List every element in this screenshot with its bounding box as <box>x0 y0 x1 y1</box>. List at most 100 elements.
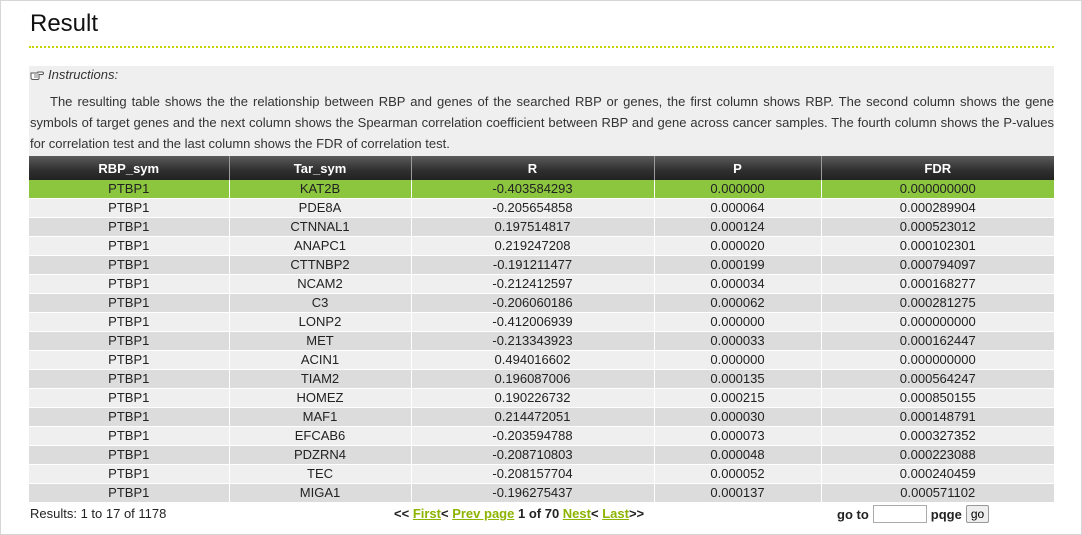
table-row[interactable]: PTBP1 KAT2B -0.403584293 0.000000 0.00000000… <box>29 180 1054 199</box>
cell-p-value: 0.000052 <box>654 464 822 484</box>
cell-rbp-sym: PTBP1 <box>29 388 230 408</box>
cell-p-value: 0.000030 <box>654 407 822 427</box>
cell-p-value: 0.000215 <box>654 388 822 408</box>
cell-p-value: 0.000064 <box>654 198 822 218</box>
column-header-r[interactable]: R <box>411 156 655 180</box>
cell-fdr-value: 0.000281275 <box>821 293 1054 313</box>
table-row[interactable]: PTBP1 ACIN1 0.494016602 0.000000 0.000000000 <box>29 350 1054 370</box>
cell-tar-sym: ANAPC1 <box>229 236 412 256</box>
cell-tar-sym: TIAM2 <box>229 369 412 389</box>
results-table: RBP_sym Tar_sym R P FDR PTBP1 KAT2B -0.403… <box>29 156 1054 503</box>
cell-tar-sym: CTNNAL1 <box>229 217 412 237</box>
cell-tar-sym: PDE8A <box>229 198 412 218</box>
table-row[interactable]: PTBP1 MIGA1 -0.196275437 0.000137 0.00057110… <box>29 483 1054 503</box>
cell-rbp-sym: PTBP1 <box>29 274 230 294</box>
cell-fdr-value: 0.000223088 <box>821 445 1054 465</box>
table-row[interactable]: PTBP1 PDZRN4 -0.208710803 0.000048 0.0002230… <box>29 445 1054 465</box>
cell-fdr-value: 0.000571102 <box>821 483 1054 503</box>
table-row[interactable]: PTBP1 PDE8A -0.205654858 0.000064 0.00028990… <box>29 198 1054 218</box>
pager-sep: < <box>590 506 599 521</box>
cell-tar-sym: KAT2B <box>229 180 412 199</box>
cell-rbp-sym: PTBP1 <box>29 180 230 199</box>
instructions-text: The resulting table shows the the relati… <box>30 94 1054 151</box>
cell-fdr-value: 0.000000000 <box>821 350 1054 370</box>
title-divider <box>29 46 1054 48</box>
cell-p-value: 0.000000 <box>654 312 822 332</box>
cell-p-value: 0.000137 <box>654 483 822 503</box>
cell-fdr-value: 0.000327352 <box>821 426 1054 446</box>
cell-r-value: -0.403584293 <box>411 180 655 199</box>
cell-tar-sym: ACIN1 <box>229 350 412 370</box>
column-header-tar-sym[interactable]: Tar_sym <box>229 156 412 180</box>
go-button[interactable]: go <box>965 505 990 523</box>
cell-fdr-value: 0.000564247 <box>821 369 1054 389</box>
cell-p-value: 0.000073 <box>654 426 822 446</box>
cell-p-value: 0.000000 <box>654 350 822 370</box>
cell-fdr-value: 0.000289904 <box>821 198 1054 218</box>
cell-r-value: 0.494016602 <box>411 350 655 370</box>
cell-fdr-value: 0.000102301 <box>821 236 1054 256</box>
cell-r-value: 0.219247208 <box>411 236 655 256</box>
cell-rbp-sym: PTBP1 <box>29 464 230 484</box>
cell-r-value: -0.196275437 <box>411 483 655 503</box>
pager-open: << <box>394 506 410 521</box>
cell-tar-sym: C3 <box>229 293 412 313</box>
cell-tar-sym: MAF1 <box>229 407 412 427</box>
cell-tar-sym: MET <box>229 331 412 351</box>
cell-tar-sym: CTTNBP2 <box>229 255 412 275</box>
cell-r-value: -0.213343923 <box>411 331 655 351</box>
cell-fdr-value: 0.000000000 <box>821 180 1054 199</box>
prev-page-link[interactable]: Prev page <box>452 506 514 521</box>
cell-r-value: -0.412006939 <box>411 312 655 332</box>
cell-fdr-value: 0.000148791 <box>821 407 1054 427</box>
cell-fdr-value: 0.000240459 <box>821 464 1054 484</box>
cell-tar-sym: HOMEZ <box>229 388 412 408</box>
pager-sep: < <box>440 506 449 521</box>
table-row[interactable]: PTBP1 TIAM2 0.196087006 0.000135 0.000564247 <box>29 369 1054 389</box>
table-row[interactable]: PTBP1 LONP2 -0.412006939 0.000000 0.00000000… <box>29 312 1054 332</box>
cell-p-value: 0.000062 <box>654 293 822 313</box>
next-page-link[interactable]: Nest <box>563 506 591 521</box>
cell-rbp-sym: PTBP1 <box>29 293 230 313</box>
column-header-fdr[interactable]: FDR <box>821 156 1054 180</box>
cell-p-value: 0.000034 <box>654 274 822 294</box>
cell-r-value: 0.190226732 <box>411 388 655 408</box>
pagination: << First< Prev page 1 of 70 Nest< Last>> <box>394 506 644 521</box>
goto-page-input[interactable] <box>872 505 927 523</box>
first-page-link[interactable]: First <box>413 506 441 521</box>
cell-rbp-sym: PTBP1 <box>29 445 230 465</box>
table-row[interactable]: PTBP1 CTNNAL1 0.197514817 0.000124 0.0005230… <box>29 217 1054 237</box>
cell-tar-sym: EFCAB6 <box>229 426 412 446</box>
cell-tar-sym: LONP2 <box>229 312 412 332</box>
instructions-heading-label: Instructions: <box>48 67 119 82</box>
cell-r-value: -0.205654858 <box>411 198 655 218</box>
table-row[interactable]: PTBP1 C3 -0.206060186 0.000062 0.000281275 <box>29 293 1054 313</box>
cell-p-value: 0.000020 <box>654 236 822 256</box>
table-header-row: RBP_sym Tar_sym R P FDR <box>29 156 1054 180</box>
cell-r-value: -0.208157704 <box>411 464 655 484</box>
column-header-rbp-sym[interactable]: RBP_sym <box>29 156 230 180</box>
cell-r-value: -0.191211477 <box>411 255 655 275</box>
column-header-p[interactable]: P <box>654 156 822 180</box>
current-page-indicator: 1 of 70 <box>517 506 560 521</box>
table-row[interactable]: PTBP1 NCAM2 -0.212412597 0.000034 0.00016827… <box>29 274 1054 294</box>
goto-label: go to <box>837 506 869 522</box>
cell-p-value: 0.000124 <box>654 217 822 237</box>
table-row[interactable]: PTBP1 TEC -0.208157704 0.000052 0.000240459 <box>29 464 1054 484</box>
table-row[interactable]: PTBP1 ANAPC1 0.219247208 0.000020 0.00010230… <box>29 236 1054 256</box>
results-count: Results: 1 to 17 of 1178 <box>30 506 167 521</box>
cell-tar-sym: TEC <box>229 464 412 484</box>
last-page-link[interactable]: Last <box>602 506 629 521</box>
cell-r-value: -0.203594788 <box>411 426 655 446</box>
table-row[interactable]: PTBP1 MET -0.213343923 0.000033 0.000162447 <box>29 331 1054 351</box>
table-row[interactable]: PTBP1 EFCAB6 -0.203594788 0.000073 0.0003273… <box>29 426 1054 446</box>
cell-p-value: 0.000000 <box>654 180 822 199</box>
cell-rbp-sym: PTBP1 <box>29 407 230 427</box>
cell-rbp-sym: PTBP1 <box>29 198 230 218</box>
cell-rbp-sym: PTBP1 <box>29 255 230 275</box>
cell-tar-sym: NCAM2 <box>229 274 412 294</box>
cell-fdr-value: 0.000000000 <box>821 312 1054 332</box>
table-row[interactable]: PTBP1 CTTNBP2 -0.191211477 0.000199 0.000794… <box>29 255 1054 275</box>
table-row[interactable]: PTBP1 HOMEZ 0.190226732 0.000215 0.000850155 <box>29 388 1054 408</box>
table-row[interactable]: PTBP1 MAF1 0.214472051 0.000030 0.000148791 <box>29 407 1054 427</box>
